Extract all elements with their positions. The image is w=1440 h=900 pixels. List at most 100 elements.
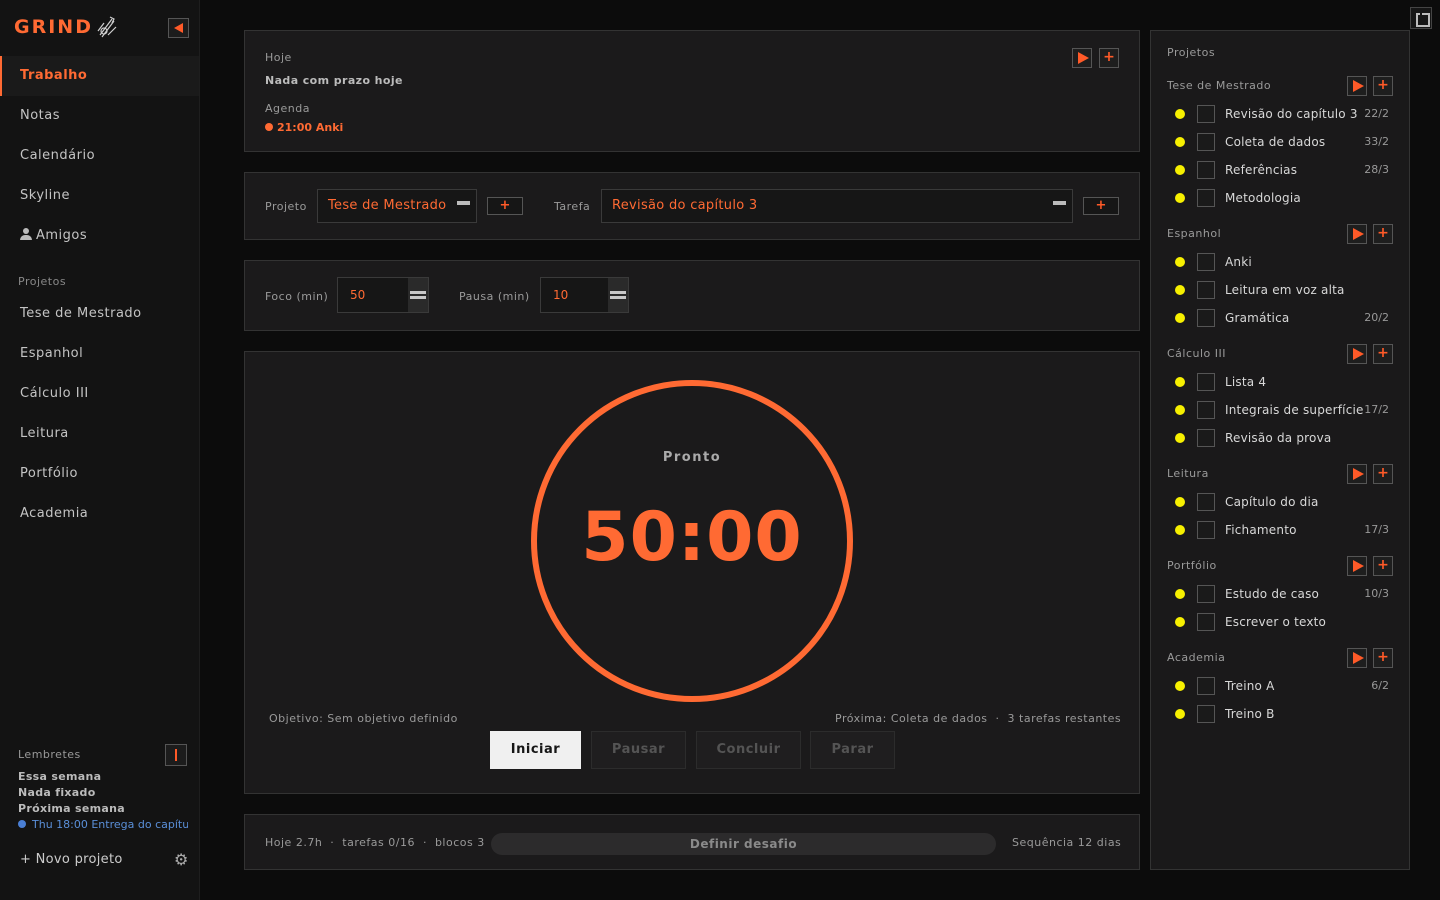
task-checkbox[interactable]	[1197, 705, 1215, 723]
task-row[interactable]: Lista 4	[1151, 368, 1409, 396]
task-row[interactable]: Coleta de dados 33/2	[1151, 128, 1409, 156]
today-hours: Hoje 2.7h	[265, 836, 323, 849]
remaining-tasks: 3 tarefas restantes	[1007, 712, 1122, 725]
task-checkbox[interactable]	[1197, 613, 1215, 631]
task-select[interactable]: Revisão do capítulo 3	[601, 189, 1073, 223]
reminders-next-week: Próxima semana	[18, 802, 125, 815]
sidebar-project-item[interactable]: Leitura	[0, 414, 199, 454]
nav-label: Trabalho	[20, 68, 88, 83]
task-row[interactable]: Referências 28/3	[1151, 156, 1409, 184]
sidebar-project-item[interactable]: Cálculo III	[0, 374, 199, 414]
add-task-button[interactable]: +	[1083, 197, 1119, 215]
task-row[interactable]: Treino A 6/2	[1151, 672, 1409, 700]
task-name: Integrais de superfície	[1225, 403, 1364, 417]
task-row[interactable]: Gramática 20/2	[1151, 304, 1409, 332]
start-button[interactable]: Iniciar	[490, 731, 581, 769]
add-button[interactable]: +	[1373, 224, 1393, 244]
timer-state: Pronto	[662, 450, 722, 465]
task-row[interactable]: Escrever o texto	[1151, 608, 1409, 636]
task-name: Revisão do capítulo 3	[1225, 107, 1358, 121]
finish-button[interactable]: Concluir	[696, 731, 801, 769]
nav-item-trabalho[interactable]: Trabalho	[0, 56, 199, 96]
add-button[interactable]: +	[1373, 344, 1393, 364]
gear-icon[interactable]: ⚙	[174, 852, 190, 868]
task-row[interactable]: Anki	[1151, 248, 1409, 276]
add-button[interactable]: +	[1373, 76, 1393, 96]
set-challenge-button[interactable]: Definir desafio	[491, 833, 996, 855]
task-row[interactable]: Integrais de superfície 17/2	[1151, 396, 1409, 424]
new-project-button[interactable]: + Novo projeto	[20, 852, 123, 867]
task-row[interactable]: Metodologia	[1151, 184, 1409, 212]
add-button[interactable]: +	[1373, 556, 1393, 576]
task-checkbox[interactable]	[1197, 493, 1215, 511]
next-task: Próxima: Coleta de dados	[835, 712, 988, 725]
task-checkbox[interactable]	[1197, 253, 1215, 271]
task-checkbox[interactable]	[1197, 429, 1215, 447]
collapse-sidebar-button[interactable]	[168, 18, 189, 38]
play-button[interactable]	[1347, 224, 1367, 244]
agenda-dot-icon	[265, 123, 273, 131]
task-checkbox[interactable]	[1197, 373, 1215, 391]
nav-item-amigos[interactable]: Amigos	[0, 216, 199, 256]
break-minutes-input[interactable]: 10	[540, 277, 629, 313]
agenda-item[interactable]: 21:00 Anki	[265, 121, 343, 134]
task-row[interactable]: Fichamento 17/3	[1151, 516, 1409, 544]
sidebar-project-item[interactable]: Espanhol	[0, 334, 199, 374]
fullscreen-icon[interactable]	[1410, 7, 1432, 29]
reminder-item[interactable]: Thu 18:00 Entrega do capítulo	[18, 818, 188, 831]
task-checkbox[interactable]	[1197, 105, 1215, 123]
reminders-toggle-button[interactable]	[165, 744, 187, 766]
today-due-text: Nada com prazo hoje	[265, 74, 403, 87]
pause-button[interactable]: Pausar	[591, 731, 686, 769]
play-button[interactable]	[1347, 344, 1367, 364]
play-button[interactable]	[1347, 464, 1367, 484]
task-name: Capítulo do dia	[1225, 495, 1319, 509]
brand-name: GRIND	[14, 16, 93, 38]
status-dot-icon	[1175, 257, 1185, 267]
add-project-button[interactable]: +	[487, 197, 523, 215]
play-button[interactable]	[1072, 48, 1092, 68]
stats-text: Hoje 2.7h · tarefas 0/16 · blocos 3	[265, 836, 485, 849]
nav-item-skyline[interactable]: Skyline	[0, 176, 199, 216]
sidebar-project-item[interactable]: Portfólio	[0, 454, 199, 494]
task-checkbox[interactable]	[1197, 401, 1215, 419]
task-row[interactable]: Capítulo do dia	[1151, 488, 1409, 516]
task-checkbox[interactable]	[1197, 309, 1215, 327]
nav-item-notas[interactable]: Notas	[0, 96, 199, 136]
task-checkbox[interactable]	[1197, 281, 1215, 299]
play-button[interactable]	[1347, 556, 1367, 576]
task-checkbox[interactable]	[1197, 133, 1215, 151]
task-checkbox[interactable]	[1197, 677, 1215, 695]
selector-panel: Projeto Tese de Mestrado + Tarefa Revisã…	[244, 172, 1140, 240]
task-row[interactable]: Revisão da prova	[1151, 424, 1409, 452]
status-dot-icon	[1175, 681, 1185, 691]
projects-section-label: Projetos	[18, 275, 67, 288]
project-select-value: Tese de Mestrado	[328, 198, 447, 213]
sidebar-project-item[interactable]: Tese de Mestrado	[0, 294, 199, 334]
goal-text: Objetivo: Sem objetivo definido	[269, 712, 458, 725]
status-dot-icon	[1175, 165, 1185, 175]
task-checkbox[interactable]	[1197, 585, 1215, 603]
play-button[interactable]	[1347, 648, 1367, 668]
task-count: 17/3	[1364, 523, 1389, 536]
nav-item-calendario[interactable]: Calendário	[0, 136, 199, 176]
task-row[interactable]: Leitura em voz alta	[1151, 276, 1409, 304]
nav-label: Amigos	[36, 228, 88, 243]
task-row[interactable]: Revisão do capítulo 3 22/2	[1151, 100, 1409, 128]
project-select[interactable]: Tese de Mestrado	[317, 189, 477, 223]
task-checkbox[interactable]	[1197, 189, 1215, 207]
add-button[interactable]: +	[1099, 48, 1119, 68]
stop-button[interactable]: Parar	[810, 731, 895, 769]
task-row[interactable]: Treino B	[1151, 700, 1409, 728]
task-row[interactable]: Estudo de caso 10/3	[1151, 580, 1409, 608]
add-button[interactable]: +	[1373, 464, 1393, 484]
stepper-icon[interactable]	[408, 278, 428, 312]
focus-minutes-input[interactable]: 50	[337, 277, 429, 313]
sidebar-project-item[interactable]: Academia	[0, 494, 199, 534]
add-button[interactable]: +	[1373, 648, 1393, 668]
timer-panel: Pronto 50:00 Objetivo: Sem objetivo defi…	[244, 351, 1140, 794]
task-checkbox[interactable]	[1197, 161, 1215, 179]
task-checkbox[interactable]	[1197, 521, 1215, 539]
stepper-icon[interactable]	[608, 278, 628, 312]
play-button[interactable]	[1347, 76, 1367, 96]
